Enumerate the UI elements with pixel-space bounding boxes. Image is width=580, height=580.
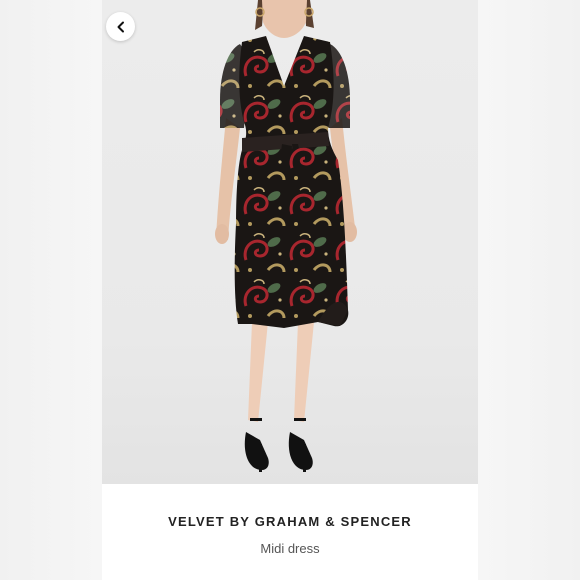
back-button[interactable] bbox=[106, 12, 135, 41]
left-background bbox=[0, 0, 102, 580]
right-background bbox=[478, 0, 580, 580]
product-info: VELVET BY GRAHAM & SPENCER Midi dress bbox=[102, 484, 478, 580]
product-card: VELVET BY GRAHAM & SPENCER Midi dress bbox=[102, 0, 478, 580]
model-illustration bbox=[215, 0, 357, 472]
product-photo[interactable] bbox=[102, 0, 478, 484]
chevron-left-icon bbox=[117, 21, 124, 32]
brand-name: VELVET BY GRAHAM & SPENCER bbox=[168, 514, 412, 529]
product-type: Midi dress bbox=[260, 541, 320, 556]
